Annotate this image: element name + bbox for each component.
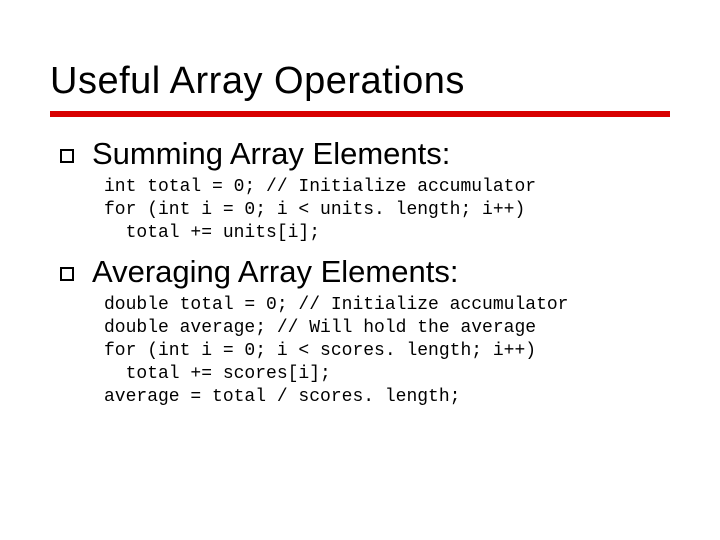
item-heading: Averaging Array Elements:	[92, 253, 458, 292]
bullet-icon	[60, 267, 74, 281]
slide: Useful Array Operations Summing Array El…	[0, 0, 720, 540]
slide-title: Useful Array Operations	[50, 60, 670, 103]
slide-content: Summing Array Elements: int total = 0; /…	[50, 135, 670, 409]
bullet-icon	[60, 149, 74, 163]
item-heading: Summing Array Elements:	[92, 135, 450, 174]
title-underline	[50, 111, 670, 117]
code-block: double total = 0; // Initialize accumula…	[104, 294, 670, 409]
code-block: int total = 0; // Initialize accumulator…	[104, 176, 670, 245]
list-item: Averaging Array Elements:	[60, 253, 670, 292]
list-item: Summing Array Elements:	[60, 135, 670, 174]
